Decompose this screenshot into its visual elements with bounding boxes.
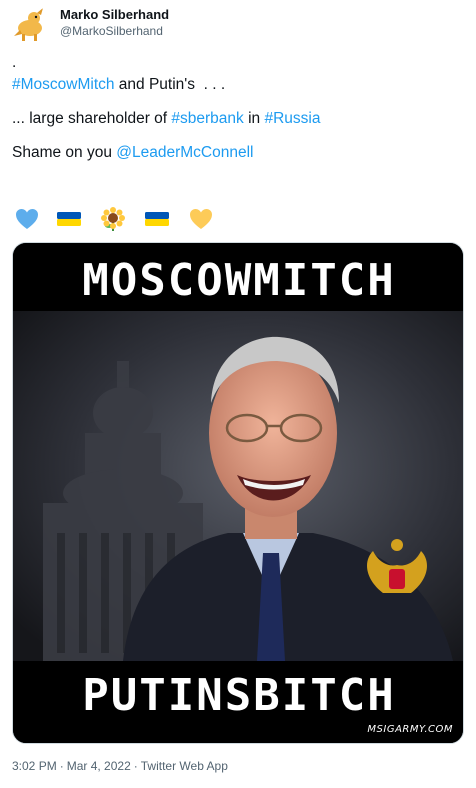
meme-watermark: MSIGARMY.COM [367,724,453,735]
meme-top-caption: MOSCOWMITCH [13,243,463,311]
sunflower-icon [100,206,126,232]
tweet-meta: 3:02 PM · Mar 4, 2022 · Twitter Web App [12,758,228,774]
hashtag-sberbank[interactable]: #sberbank [171,110,243,127]
tweet-date[interactable]: Mar 4, 2022 [67,759,131,773]
blue-heart-icon [14,206,40,232]
tweet-source: Twitter Web App [140,759,228,773]
tweet-line-3-mid: in [243,110,265,127]
yellow-heart-icon [188,206,214,232]
separator: · [59,759,64,773]
tweet-time[interactable]: 3:02 PM [12,759,57,773]
tweet-header: Marko Silberhand @MarkoSilberhand [10,4,450,48]
tweet-line-2-text: and Putin's . . . [114,76,226,93]
ukraine-flag-icon [144,206,170,232]
tweet-text: . #MoscowMitch and Putin's . . . ... lar… [12,52,462,164]
tweet-line-4-text: Shame on you [12,144,117,161]
tweet-line-3: ... large shareholder of #sberbank in #R… [12,108,462,130]
mention-leadermcconnell[interactable]: @LeaderMcConnell [116,144,253,161]
emoji-row [14,206,234,236]
tweet-card: Marko Silberhand @MarkoSilberhand . #Mos… [0,0,476,788]
separator: · [133,759,138,773]
tweet-line-3-text: ... large shareholder of [12,110,172,127]
tweet-line-4: Shame on you @LeaderMcConnell [12,142,462,164]
tweet-line-2: #MoscowMitch and Putin's . . . [12,74,462,96]
ukraine-flag-icon [56,206,82,232]
author-names: Marko Silberhand @MarkoSilberhand [60,6,169,39]
hashtag-russia[interactable]: #Russia [264,110,320,127]
tweet-line-1: . [12,54,17,71]
media-photo: MOSCOWMITCH PUTINSBITCH MSIGARMY.COM [13,243,463,743]
avatar[interactable] [10,4,50,44]
author-handle[interactable]: @MarkoSilberhand [60,23,169,39]
tweet-media-image[interactable]: MOSCOWMITCH PUTINSBITCH MSIGARMY.COM [12,242,464,744]
author-display-name[interactable]: Marko Silberhand [60,6,169,23]
hashtag-moscowmitch[interactable]: #MoscowMitch [12,76,115,93]
avatar-image [10,4,50,44]
